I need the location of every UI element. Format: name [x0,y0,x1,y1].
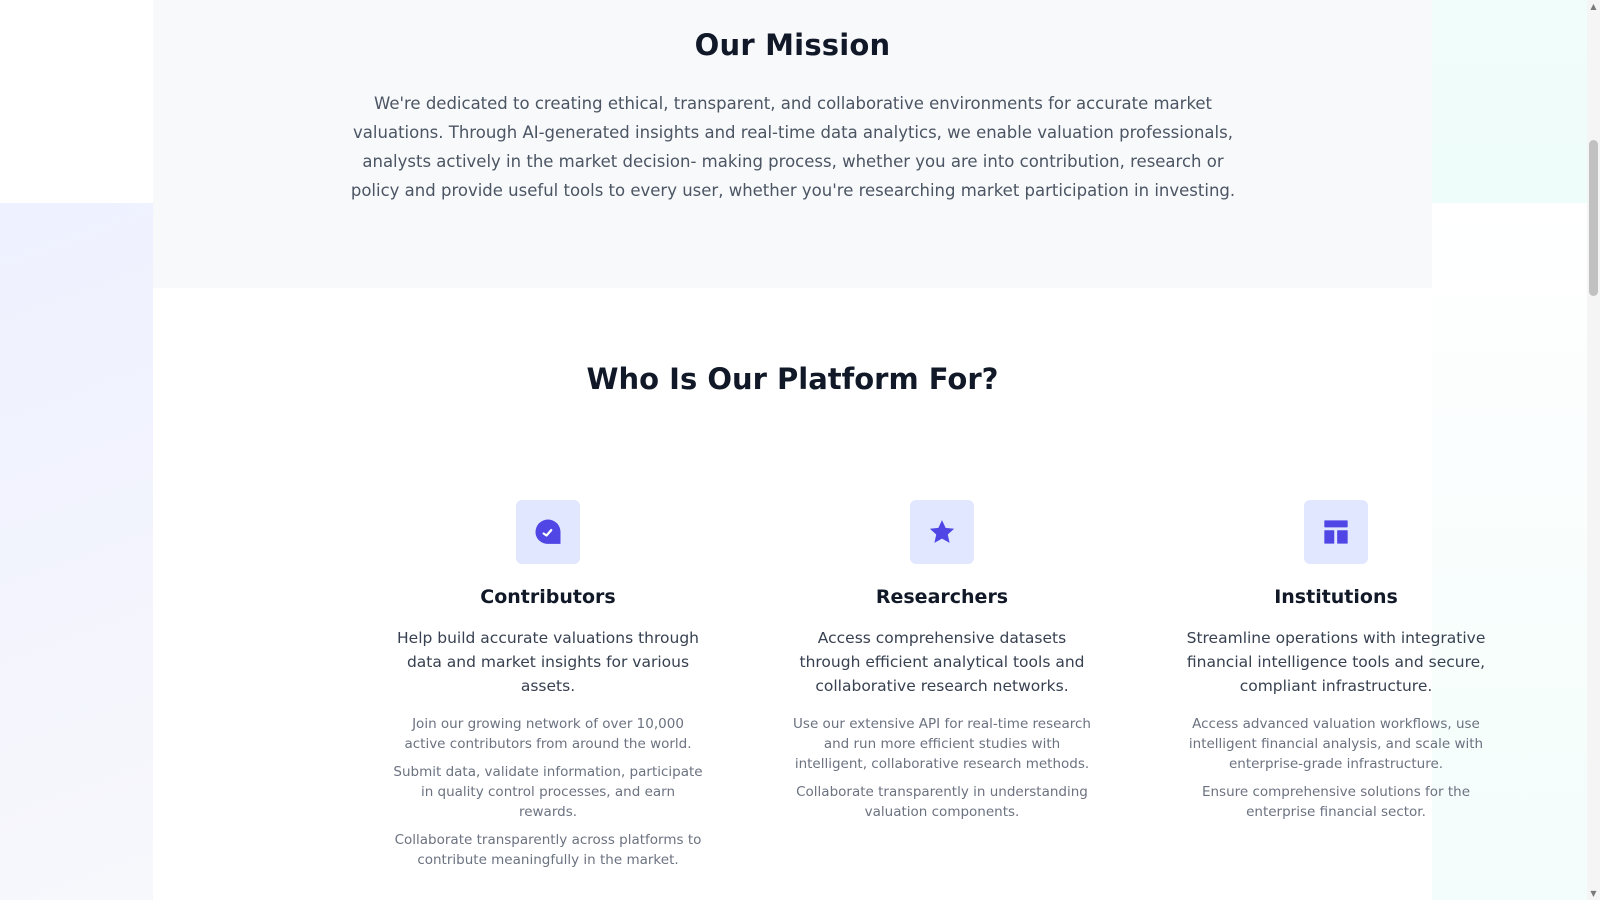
mission-section: Our Mission We're dedicated to creating … [153,0,1432,288]
card-contributors: Contributors Help build accurate valuati… [378,500,718,870]
platform-title: Who Is Our Platform For? [586,362,999,396]
card-title: Institutions [1274,586,1398,608]
scroll-up-arrow-icon[interactable]: ▲ [1587,0,1600,13]
card-researchers: Researchers Access comprehensive dataset… [772,500,1112,822]
background-right-panel [1432,0,1587,203]
card-title: Researchers [875,586,1009,608]
scroll-down-arrow-icon[interactable]: ▼ [1587,887,1600,900]
background-left-panel [0,203,153,900]
card-detail: Collaborate transparently in understandi… [796,784,1088,820]
card-lead: Access comprehensive datasets through ef… [799,629,1085,695]
card-detail: Access advanced valuation workflows, use… [1188,716,1484,772]
card-lead: Streamline operations with integrative f… [1186,629,1486,695]
mission-text: We're dedicated to creating ethical, tra… [350,94,1236,200]
vertical-scrollbar[interactable]: ▲ ▼ [1587,0,1600,900]
researchers-icon-box [910,500,974,564]
layout-icon [1324,520,1348,544]
institutions-icon-box [1304,500,1368,564]
contributors-icon-box [516,500,580,564]
card-detail: Ensure comprehensive solutions for the e… [1201,784,1471,820]
gauge-icon [535,519,561,544]
scrollbar-thumb[interactable] [1589,140,1598,296]
star-icon [929,520,955,543]
card-title: Contributors [480,586,616,608]
card-institutions: Institutions Streamline operations with … [1166,500,1506,822]
card-detail: Join our growing network of over 10,000 … [404,716,692,752]
card-detail: Submit data, validate information, parti… [393,764,703,820]
card-lead: Help build accurate valuations through d… [397,629,699,695]
card-detail: Use our extensive API for real-time rese… [793,716,1091,772]
mission-title: Our Mission [694,28,891,62]
page-content: Our Mission We're dedicated to creating … [153,0,1485,900]
card-detail: Collaborate transparently across platfor… [394,832,702,868]
